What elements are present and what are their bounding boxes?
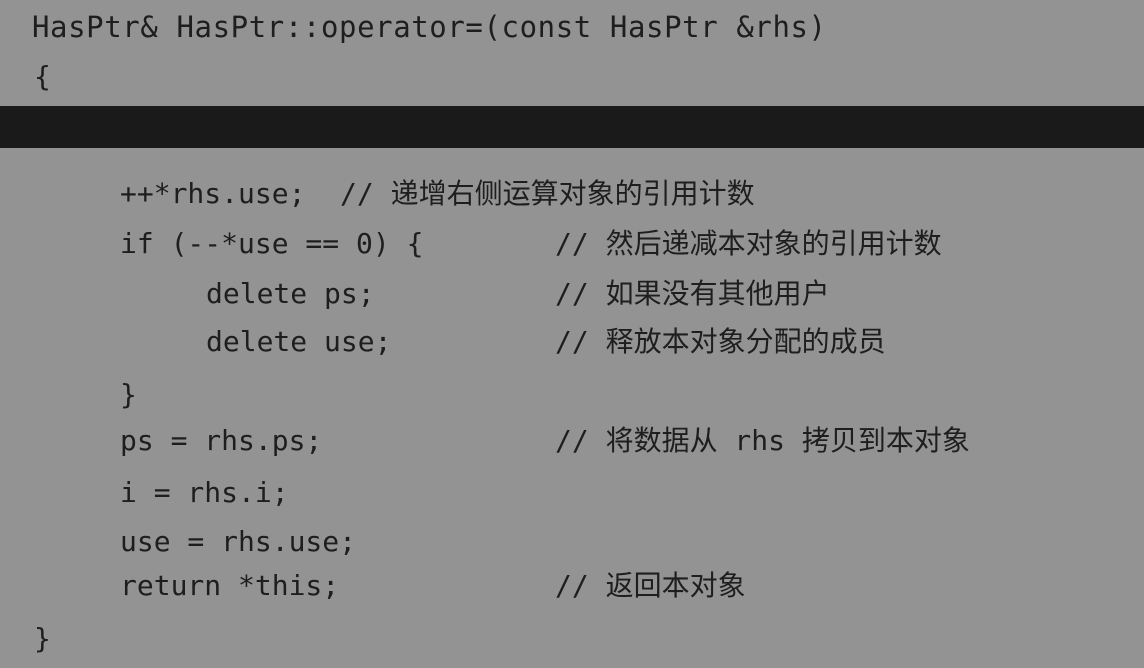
code-line: delete ps;	[206, 277, 375, 310]
code-comment: // 返回本对象	[555, 569, 746, 602]
code-comment: // 然后递减本对象的引用计数	[555, 227, 942, 260]
code-line: use = rhs.use;	[120, 525, 357, 558]
code-comment: // 如果没有其他用户	[555, 277, 830, 310]
open-brace: {	[34, 60, 51, 93]
code-listing: HasPtr& HasPtr::operator=(const HasPtr &…	[0, 0, 1144, 668]
code-line: if (--*use == 0) {	[120, 227, 424, 260]
code-line: i = rhs.i;	[120, 476, 289, 509]
code-line: delete use;	[206, 325, 392, 358]
function-signature: HasPtr& HasPtr::operator=(const HasPtr &…	[32, 10, 827, 44]
code-line: ps = rhs.ps;	[120, 424, 323, 457]
close-brace-inner: }	[120, 378, 137, 411]
code-line: return *this;	[120, 569, 340, 602]
code-line: ++*rhs.use;	[120, 177, 306, 210]
code-comment: // 递增右侧运算对象的引用计数	[340, 177, 755, 210]
code-comment: // 释放本对象分配的成员	[555, 325, 886, 358]
redacted-band	[0, 106, 1144, 148]
close-brace: }	[34, 622, 51, 655]
code-comment: // 将数据从 rhs 拷贝到本对象	[555, 424, 970, 457]
